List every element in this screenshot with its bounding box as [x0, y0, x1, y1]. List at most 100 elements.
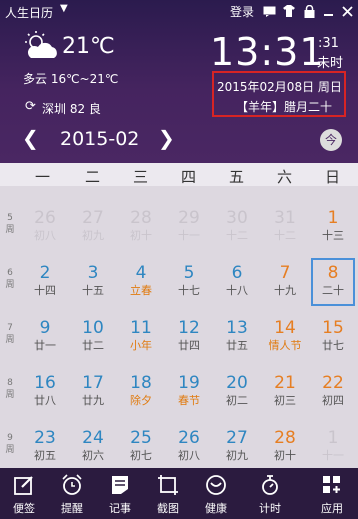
day-cell[interactable]: 5 十七 — [166, 257, 212, 307]
day-number: 6 — [231, 263, 243, 283]
day-cell[interactable]: 24 初六 — [70, 422, 116, 472]
day-cell[interactable]: 9 廿一 — [22, 312, 68, 362]
message-icon[interactable] — [262, 4, 276, 18]
close-icon[interactable] — [340, 4, 354, 18]
day-cell[interactable]: 17 廿九 — [70, 367, 116, 417]
day-number: 11 — [130, 318, 152, 338]
day-cell[interactable]: 26 初八 — [22, 202, 68, 252]
day-cell[interactable]: 13 廿五 — [214, 312, 260, 362]
stopwatch-icon — [250, 474, 290, 496]
day-cell[interactable]: 30 十二 — [214, 202, 260, 252]
day-number: 20 — [226, 373, 248, 393]
memo-button[interactable]: 记事 — [100, 474, 140, 516]
skin-icon[interactable] — [282, 4, 296, 18]
lunar-day: 二十 — [322, 284, 344, 297]
day-cell[interactable]: 3 十五 — [70, 257, 116, 307]
day-cell[interactable]: 14 情人节 — [262, 312, 308, 362]
day-cell[interactable]: 23 初五 — [22, 422, 68, 472]
week-number-label: 5 周 — [5, 213, 15, 235]
day-cell[interactable]: 28 初十 — [118, 202, 164, 252]
day-number: 3 — [87, 263, 99, 283]
day-cell[interactable]: 29 十一 — [166, 202, 212, 252]
day-cell[interactable]: 27 初九 — [214, 422, 260, 472]
next-month-button[interactable]: ❯ — [158, 126, 175, 150]
today-button[interactable]: 今 — [320, 129, 342, 151]
lunar-day: 十四 — [34, 284, 56, 297]
day-number: 31 — [274, 208, 296, 228]
lock-icon[interactable] — [302, 4, 316, 18]
day-cell[interactable]: 19 春节 — [166, 367, 212, 417]
crop-icon — [148, 474, 188, 496]
previous-month-button[interactable]: ❮ — [22, 126, 39, 150]
day-cell[interactable]: 8 二十 — [310, 257, 356, 307]
day-cell[interactable]: 20 初二 — [214, 367, 260, 417]
lunar-day: 十八 — [226, 284, 248, 297]
day-cell[interactable]: 2 十四 — [22, 257, 68, 307]
day-cell[interactable]: 10 廿二 — [70, 312, 116, 362]
day-number: 16 — [34, 373, 56, 393]
day-number: 7 — [279, 263, 291, 283]
day-cell[interactable]: 11 小年 — [118, 312, 164, 362]
day-cell[interactable]: 1 十一 — [310, 422, 356, 472]
day-cell[interactable]: 7 十九 — [262, 257, 308, 307]
screenshot-button[interactable]: 截图 — [148, 474, 188, 516]
menu-dropdown-icon[interactable]: ▼ — [60, 3, 68, 14]
day-cell[interactable]: 25 初七 — [118, 422, 164, 472]
weather-condition: 多云 16℃~21℃ — [23, 72, 119, 86]
lunar-day: 除夕 — [130, 394, 152, 407]
refresh-icon[interactable]: ⟳ — [25, 99, 36, 114]
day-cell[interactable]: 31 十二 — [262, 202, 308, 252]
minimize-icon[interactable] — [321, 4, 335, 18]
day-number: 1 — [327, 428, 339, 448]
day-cell[interactable]: 6 十八 — [214, 257, 260, 307]
day-cell[interactable]: 12 廿四 — [166, 312, 212, 362]
timer-button[interactable]: 计时 — [250, 474, 290, 516]
day-cell[interactable]: 16 廿八 — [22, 367, 68, 417]
edit-icon — [4, 474, 44, 496]
current-month[interactable]: 2015-02 — [60, 128, 139, 150]
login-button[interactable]: 登录 — [230, 3, 254, 20]
week-number-label: 6 周 — [5, 268, 15, 290]
lunar-day: 廿二 — [82, 339, 104, 352]
day-cell[interactable]: 1 十三 — [310, 202, 356, 252]
lunar-day: 十三 — [322, 229, 344, 242]
day-number: 15 — [322, 318, 344, 338]
apps-button[interactable]: 应用 — [312, 474, 352, 516]
day-cell[interactable]: 26 初八 — [166, 422, 212, 472]
day-cell[interactable]: 27 初九 — [70, 202, 116, 252]
day-cell[interactable]: 4 立春 — [118, 257, 164, 307]
note-button[interactable]: 便签 — [4, 474, 44, 516]
lunar-day: 情人节 — [268, 339, 302, 352]
day-number: 12 — [178, 318, 200, 338]
day-cell[interactable]: 15 廿七 — [310, 312, 356, 362]
lunar-day: 廿八 — [34, 394, 56, 407]
city-aqi[interactable]: 深圳 82 良 — [42, 100, 101, 117]
bottom-toolbar: 便签 提醒 记事 截图 健康 计时 应用 — [0, 468, 358, 519]
day-number: 30 — [226, 208, 248, 228]
week-number-label: 8 周 — [5, 378, 15, 400]
timer-label: 计时 — [259, 502, 281, 515]
day-cell[interactable]: 22 初四 — [310, 367, 356, 417]
health-button[interactable]: 健康 — [196, 474, 236, 516]
header-panel: 人生日历 ▼ 登录 21℃ 多云 16℃~21℃ ⟳ 深圳 82 良 13:31… — [0, 0, 358, 163]
temperature: 21℃ — [62, 34, 115, 59]
day-cell[interactable]: 21 初三 — [262, 367, 308, 417]
day-number: 1 — [327, 208, 339, 228]
weekday-label: 五 — [229, 168, 245, 186]
lunar-day: 立春 — [130, 284, 152, 297]
day-number: 4 — [135, 263, 147, 283]
day-number: 25 — [130, 428, 152, 448]
day-cell[interactable]: 18 除夕 — [118, 367, 164, 417]
weekday-header: 一 二 三 四 五 六 日 — [0, 163, 358, 186]
day-number: 21 — [274, 373, 296, 393]
day-cell[interactable]: 28 初十 — [262, 422, 308, 472]
lunar-day: 初八 — [34, 229, 56, 242]
lunar-day: 廿四 — [178, 339, 200, 352]
lunar-day: 十一 — [322, 449, 344, 462]
lunar-day: 初九 — [226, 449, 248, 462]
lunar-date: 【羊年】腊月二十 — [236, 100, 333, 114]
reminder-button[interactable]: 提醒 — [52, 474, 92, 516]
lunar-day: 十二 — [274, 229, 296, 242]
day-number: 29 — [178, 208, 200, 228]
day-number: 24 — [82, 428, 104, 448]
